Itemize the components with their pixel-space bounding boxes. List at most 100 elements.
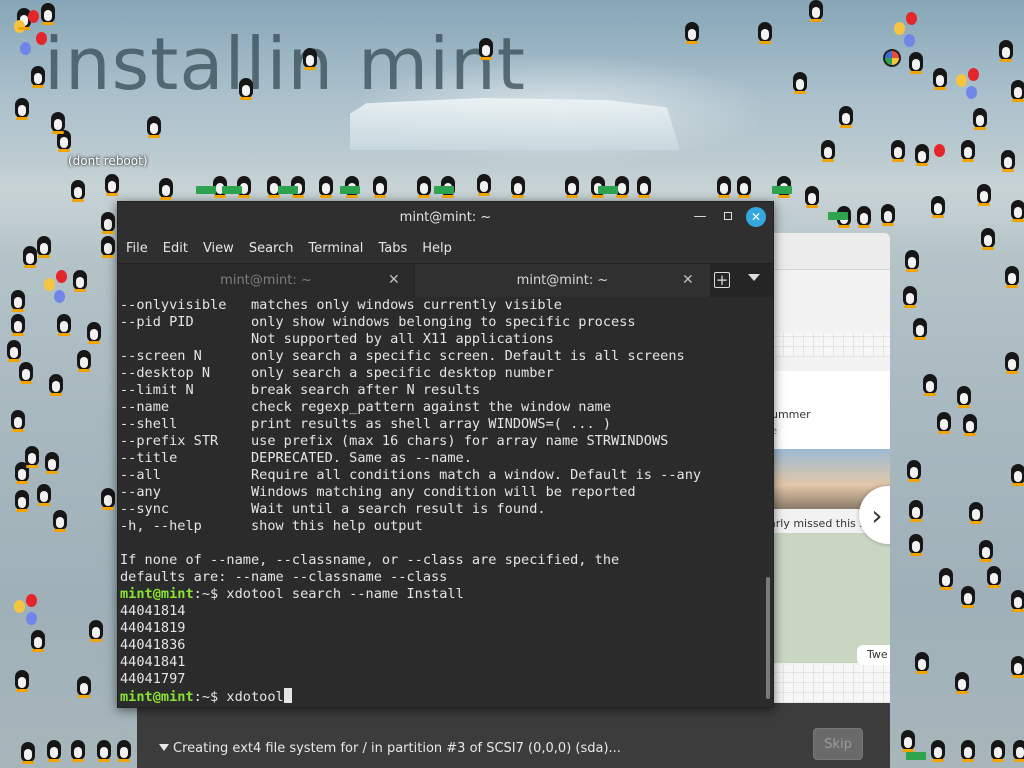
balloon-icon: [26, 594, 37, 607]
penguin-icon: [1010, 590, 1024, 612]
penguin-icon: [908, 500, 924, 522]
penguin-icon: [1012, 740, 1024, 762]
progress-text: Creating ext4 file system for / in parti…: [173, 741, 621, 756]
minimize-button[interactable]: —: [693, 210, 707, 224]
desktop-slogan: installin mint: [44, 22, 527, 106]
window-id-line: 44041841: [120, 654, 186, 670]
penguin-icon: [10, 410, 26, 432]
balloon-icon: [934, 144, 945, 157]
window-id-line: 44041797: [120, 671, 186, 687]
penguin-icon: [30, 66, 46, 88]
close-icon: ✕: [750, 210, 762, 224]
penguin-icon: [808, 0, 824, 22]
penguin-icon: [922, 374, 938, 396]
tab-2[interactable]: mint@mint: ~: [415, 264, 710, 297]
penguin-icon: [1010, 464, 1024, 486]
new-tab-icon[interactable]: +: [714, 272, 730, 288]
penguin-icon: [838, 106, 854, 128]
penguin-icon: [72, 270, 88, 292]
terminal-window[interactable]: mint@mint: ~ — ✕ File Edit View Search T…: [117, 201, 774, 708]
penguin-icon: [792, 72, 808, 94]
scrollbar-thumb[interactable]: [766, 577, 770, 699]
output-line: --pid PID only show windows belonging to…: [120, 314, 636, 330]
menu-help[interactable]: Help: [422, 241, 452, 256]
penguin-icon: [804, 186, 820, 208]
penguin-icon: [1010, 80, 1024, 102]
color-wheel-icon: [883, 49, 901, 67]
penguin-icon: [56, 314, 72, 336]
penguin-icon: [24, 446, 40, 468]
tab-menu-chevron-down-icon[interactable]: [748, 274, 760, 281]
output-line: --sync Wait until a search result is fou…: [120, 501, 546, 517]
penguin-icon: [856, 206, 872, 228]
skip-button[interactable]: Skip: [813, 728, 863, 760]
penguin-icon: [6, 340, 22, 362]
search-results: 44041814 44041819 44041836 44041841 44041797: [118, 603, 762, 688]
balloon-icon: [956, 74, 967, 87]
balloon-icon: [44, 278, 55, 291]
menu-view[interactable]: View: [203, 241, 234, 256]
menu-search[interactable]: Search: [249, 241, 294, 256]
balloon-icon: [54, 290, 65, 303]
menu-tabs[interactable]: Tabs: [378, 241, 407, 256]
book-icon: [196, 186, 216, 194]
penguin-icon: [416, 176, 432, 198]
balloon-icon: [36, 32, 47, 45]
penguin-icon: [1004, 266, 1020, 288]
penguin-icon: [104, 174, 120, 196]
book-icon: [278, 186, 298, 194]
penguin-icon: [914, 652, 930, 674]
penguin-icon: [22, 246, 38, 268]
output-line: --name check regexp_pattern against the …: [120, 399, 612, 415]
output-line: --onlyvisible matches only windows curre…: [120, 297, 562, 313]
slide-grid-bottom: [773, 665, 890, 703]
penguin-icon: [954, 672, 970, 694]
penguin-icon: [70, 740, 86, 762]
scrollbar[interactable]: [763, 297, 773, 707]
installer-footer: [137, 703, 890, 768]
maximize-button[interactable]: [721, 210, 735, 224]
window-id-line: 44041819: [120, 620, 186, 636]
menu-terminal[interactable]: Terminal: [308, 241, 363, 256]
command-text-1: xdotool search --name Install: [226, 586, 464, 602]
balloon-icon: [894, 22, 905, 35]
penguin-icon: [88, 620, 104, 642]
minimize-icon: —: [693, 209, 707, 224]
output-line: --limit N break search after N results: [120, 382, 481, 398]
menu-edit[interactable]: Edit: [163, 241, 188, 256]
penguin-icon: [962, 414, 978, 436]
expand-triangle-icon[interactable]: [159, 744, 169, 751]
penguin-icon: [50, 112, 66, 134]
tab-2-close-icon[interactable]: ✕: [682, 272, 694, 288]
tab-1[interactable]: mint@mint: ~: [118, 264, 414, 297]
terminal-output[interactable]: --onlyvisible matches only windows curre…: [118, 297, 762, 707]
penguin-icon: [40, 3, 56, 25]
penguin-icon: [1004, 352, 1020, 374]
book-icon: [340, 186, 360, 194]
close-button[interactable]: ✕: [746, 207, 766, 227]
penguin-icon: [478, 38, 494, 60]
install-progress-status[interactable]: Creating ext4 file system for / in parti…: [159, 741, 621, 756]
penguin-icon: [902, 286, 918, 308]
penguin-icon: [1010, 200, 1024, 222]
output-line: defaults are: --name --classname --class: [120, 569, 448, 585]
penguin-icon: [932, 68, 948, 90]
balloon-icon: [966, 86, 977, 99]
penguin-icon: [757, 22, 773, 44]
output-line: -h, --help show this help output: [120, 518, 423, 534]
command-line-2[interactable]: mint@mint:~$ xdotool: [118, 688, 762, 705]
penguin-icon: [956, 386, 972, 408]
penguin-icon: [44, 452, 60, 474]
penguin-icon: [10, 314, 26, 336]
menu-file[interactable]: File: [126, 241, 148, 256]
penguin-icon: [890, 140, 906, 162]
penguin-icon: [904, 250, 920, 272]
book-icon: [906, 752, 926, 760]
penguin-icon: [100, 488, 116, 510]
tab-1-close-icon[interactable]: ✕: [388, 272, 400, 288]
penguin-icon: [302, 48, 318, 70]
penguin-icon: [914, 144, 930, 166]
output-line: Not supported by all X11 applications: [120, 331, 554, 347]
terminal-titlebar[interactable]: mint@mint: ~ — ✕: [118, 202, 773, 233]
menu-bar: File Edit View Search Terminal Tabs Help: [118, 233, 773, 263]
